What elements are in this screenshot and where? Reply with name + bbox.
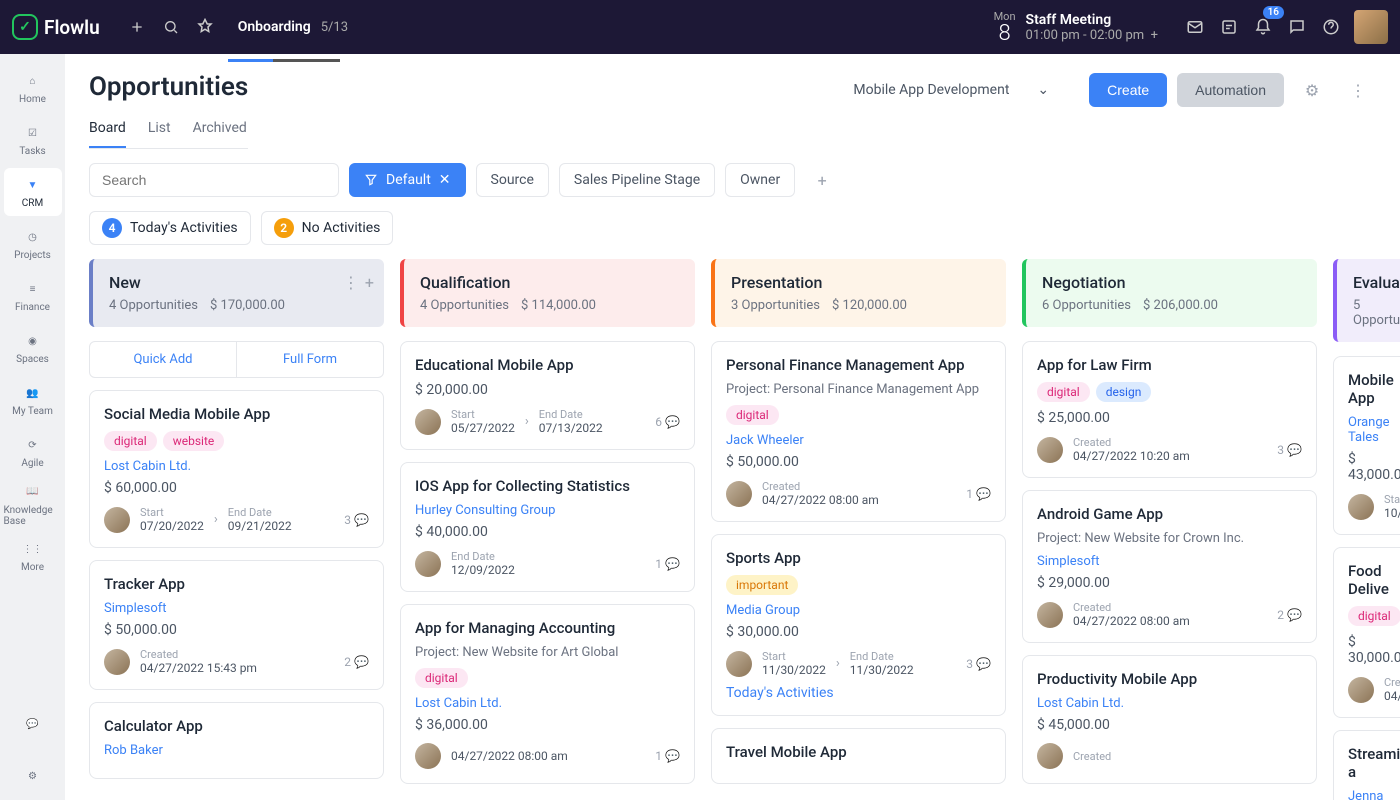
mail-icon[interactable] — [1178, 10, 1212, 44]
sidebar-item-tasks[interactable]: ☑Tasks — [4, 116, 62, 164]
pin-icon[interactable] — [188, 10, 222, 44]
opportunity-card[interactable]: Calculator App Rob Baker — [89, 702, 384, 779]
sidebar-item-crm[interactable]: ▼CRM — [4, 168, 62, 216]
column-negotiation: Negotiation 6 Opportunities$ 206,000.00 … — [1022, 259, 1317, 780]
sidebar-item-feedback[interactable]: 💬 — [4, 700, 62, 748]
column-presentation: Presentation 3 Opportunities$ 120,000.00… — [711, 259, 1006, 780]
page-title: Opportunities — [89, 72, 248, 102]
avatar — [104, 649, 130, 675]
quick-add-button[interactable]: Quick Add — [90, 342, 237, 377]
tab-archived[interactable]: Archived — [193, 114, 247, 148]
opportunity-card[interactable]: App for Managing Accounting Project: New… — [400, 604, 695, 784]
opportunity-card[interactable]: Travel Mobile App — [711, 728, 1006, 784]
column-new: New 4 Opportunities$ 170,000.00 ⋮+ Quick… — [89, 259, 384, 780]
logo-mark: ✓ — [12, 14, 38, 40]
opportunity-card[interactable]: IOS App for Collecting Statistics Hurley… — [400, 462, 695, 592]
avatar — [726, 481, 752, 507]
sidebar: ⌂Home ☑Tasks ▼CRM ◷Projects ≡Finance ◉Sp… — [0, 54, 65, 800]
avatar — [1037, 437, 1063, 463]
search-input[interactable] — [89, 163, 339, 197]
sidebar-item-agile[interactable]: ⟳Agile — [4, 428, 62, 476]
opportunity-card[interactable]: Tracker App Simplesoft $ 50,000.00 Creat… — [89, 560, 384, 690]
sidebar-item-home[interactable]: ⌂Home — [4, 64, 62, 112]
sidebar-item-finance[interactable]: ≡Finance — [4, 272, 62, 320]
filter-default[interactable]: Default ✕ — [349, 163, 466, 197]
avatar — [1037, 602, 1063, 628]
gear-icon[interactable]: ⚙ — [1294, 72, 1330, 108]
chat-icon[interactable] — [1280, 10, 1314, 44]
avatar — [104, 507, 130, 533]
opportunity-card[interactable]: Social Media Mobile App digitalwebsite L… — [89, 390, 384, 548]
opportunity-card[interactable]: Productivity Mobile App Lost Cabin Ltd. … — [1022, 655, 1317, 784]
opportunity-card[interactable]: App for Law Firm digitaldesign $ 25,000.… — [1022, 341, 1317, 478]
opportunity-card[interactable]: Sports App important Media Group $ 30,00… — [711, 534, 1006, 716]
opportunity-card[interactable]: Personal Finance Management App Project:… — [711, 341, 1006, 522]
column-qualification: Qualification 4 Opportunities$ 114,000.0… — [400, 259, 695, 780]
search-icon[interactable] — [154, 10, 188, 44]
avatar — [415, 743, 441, 769]
user-avatar[interactable] — [1354, 10, 1388, 44]
create-button[interactable]: Create — [1089, 73, 1167, 107]
sidebar-item-more[interactable]: ⋮⋮More — [4, 532, 62, 580]
column-evaluation: Evaluation 5 Opportunities Mobile App Or… — [1333, 259, 1400, 780]
kanban-board: New 4 Opportunities$ 170,000.00 ⋮+ Quick… — [65, 259, 1400, 800]
opportunity-card[interactable]: Streaming a Jenna Grove Created08/08/ — [1333, 730, 1400, 800]
column-add-icon[interactable]: + — [365, 273, 374, 292]
topbar-meeting[interactable]: Mon 8 Staff Meeting 01:00 pm - 02:00 pm … — [994, 10, 1158, 45]
filter-stage[interactable]: Sales Pipeline Stage — [559, 163, 715, 197]
tab-board[interactable]: Board — [89, 114, 126, 148]
pipeline-dropdown[interactable]: Mobile App Development⌄ — [843, 76, 1079, 104]
opportunity-card[interactable]: Educational Mobile App $ 20,000.00 Start… — [400, 341, 695, 450]
filter-source[interactable]: Source — [476, 163, 549, 197]
today-activities-pill[interactable]: 4 Today's Activities — [89, 211, 251, 245]
avatar — [415, 409, 441, 435]
sidebar-item-spaces[interactable]: ◉Spaces — [4, 324, 62, 372]
brand-logo[interactable]: ✓ Flowlu — [12, 14, 100, 40]
sidebar-item-kb[interactable]: 📖Knowledge Base — [4, 480, 62, 528]
avatar — [1037, 743, 1063, 769]
automation-button[interactable]: Automation — [1177, 73, 1284, 107]
bell-icon[interactable]: 16 — [1246, 10, 1280, 44]
avatar — [1348, 677, 1374, 703]
opportunity-card[interactable]: Food Delive digital $ 30,000.00 Created0… — [1333, 547, 1400, 718]
full-form-button[interactable]: Full Form — [237, 342, 383, 377]
add-filter-icon[interactable]: + — [805, 163, 839, 197]
avatar — [1348, 494, 1374, 520]
plus-icon[interactable] — [120, 10, 154, 44]
sidebar-item-myteam[interactable]: 👥My Team — [4, 376, 62, 424]
note-icon[interactable] — [1212, 10, 1246, 44]
tab-list[interactable]: List — [148, 114, 171, 148]
onboarding-widget[interactable]: Onboarding 5/13 — [238, 19, 348, 35]
no-activities-pill[interactable]: 2 No Activities — [261, 211, 394, 245]
opportunity-card[interactable]: Android Game App Project: New Website fo… — [1022, 490, 1317, 643]
help-icon[interactable] — [1314, 10, 1348, 44]
opportunity-card[interactable]: Mobile App Orange Tales $ 43,000.00 Star… — [1333, 356, 1400, 535]
avatar — [415, 551, 441, 577]
close-icon[interactable]: ✕ — [439, 172, 451, 188]
more-icon[interactable]: ⋮ — [1340, 72, 1376, 108]
column-menu-icon[interactable]: ⋮ — [343, 273, 359, 292]
filter-owner[interactable]: Owner — [725, 163, 795, 197]
avatar — [726, 651, 752, 677]
sidebar-item-settings[interactable]: ⚙ — [4, 752, 62, 800]
sidebar-item-projects[interactable]: ◷Projects — [4, 220, 62, 268]
